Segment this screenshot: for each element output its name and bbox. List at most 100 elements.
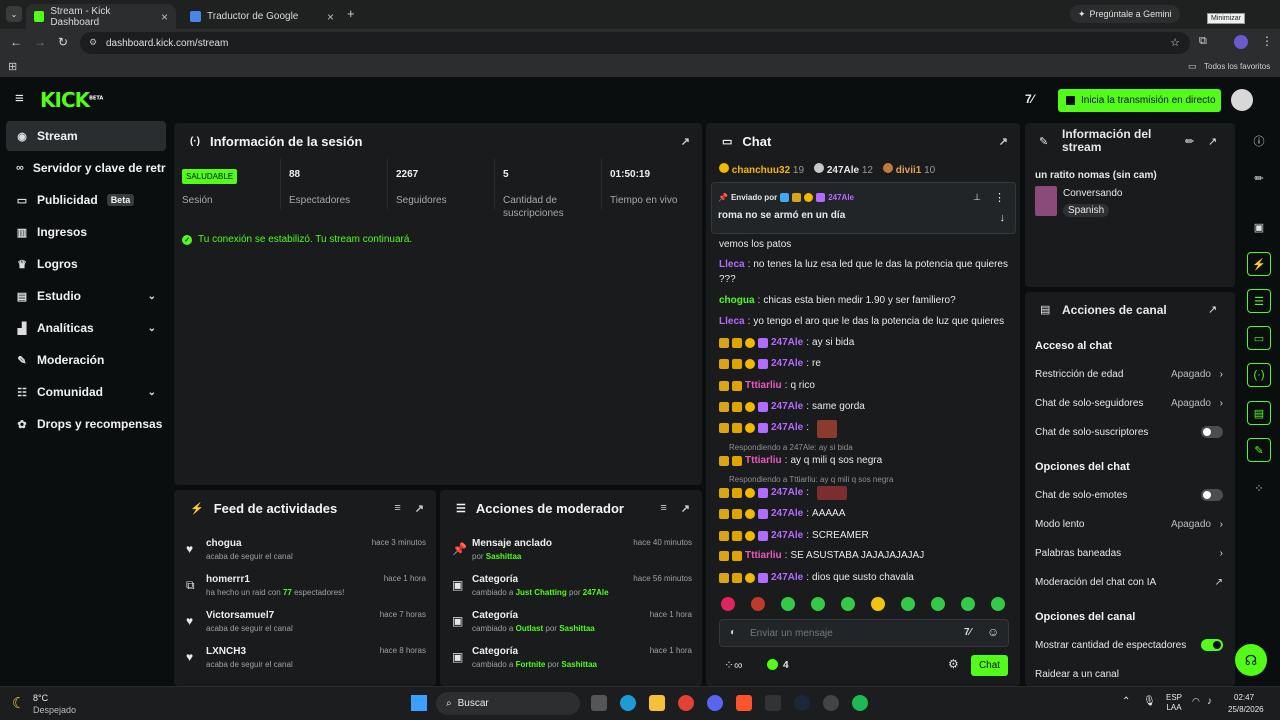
obs-icon[interactable]: [823, 695, 839, 711]
leaderboard-entry[interactable]: chanchuu32 19: [719, 163, 804, 176]
gemini-button[interactable]: ✦ Pregúntale a Gemini: [1070, 5, 1180, 23]
chat-input-box[interactable]: ◐ 7⁄ ☺: [719, 619, 1009, 647]
chat-message[interactable]: 247Ale: ay si bida: [719, 337, 854, 348]
list-icon[interactable]: ☰: [1247, 289, 1271, 313]
translate-tool-icon[interactable]: 7⁄: [964, 627, 971, 638]
emote-icon[interactable]: [991, 597, 1005, 611]
clock-time[interactable]: 02:47: [1234, 693, 1254, 702]
chat-message[interactable]: 247Ale:: [719, 422, 812, 433]
chat-message[interactable]: Lleca: yo tengo el aro que le das la pote…: [719, 316, 1004, 327]
filter-icon[interactable]: ≡: [660, 502, 666, 515]
chat-username[interactable]: Tttiarliu: [745, 550, 782, 561]
chat-message[interactable]: 247Ale: SCREAMER: [719, 530, 869, 541]
chat-username[interactable]: 247Ale: [771, 422, 803, 433]
chat-message[interactable]: 247Ale:: [719, 487, 812, 498]
emote-icon[interactable]: [931, 597, 945, 611]
chevron-up-icon[interactable]: ⌃: [1122, 696, 1130, 707]
chat-username[interactable]: 247Ale: [771, 337, 803, 348]
chat-username[interactable]: Lleca: [719, 316, 745, 327]
followers-only-row[interactable]: Chat de solo-seguidores Apagado ›: [1035, 397, 1225, 409]
pinned-message[interactable]: 📌 Enviado por 247Ale roma no se armó en …: [711, 182, 1016, 234]
chat-message[interactable]: vemos los patos: [719, 239, 791, 250]
profile-avatar[interactable]: [1234, 35, 1248, 49]
menu-kebab-icon[interactable]: ⋮: [1261, 34, 1273, 48]
reload-icon[interactable]: ↻: [58, 35, 68, 49]
sidebar-item-community[interactable]: ☷ Comunidad ⌄: [6, 377, 166, 407]
clock-date[interactable]: 25/8/2026: [1228, 705, 1264, 714]
leaderboard-entry[interactable]: 247Ale 12: [814, 163, 873, 176]
tab-kick-dashboard[interactable]: Stream - Kick Dashboard ×: [26, 4, 176, 29]
chat-username[interactable]: 247Ale: [771, 530, 803, 541]
chat-username[interactable]: Tttiarliu: [745, 455, 782, 466]
emote-icon[interactable]: [811, 597, 825, 611]
new-tab-button[interactable]: +: [347, 6, 355, 21]
go-live-button[interactable]: Inicia la transmisión en directo: [1058, 89, 1221, 112]
windows-start-icon[interactable]: [411, 695, 427, 711]
sidebar-item-stream[interactable]: ◉ Stream: [6, 121, 166, 151]
chat-message[interactable]: Tttiarliu: SE ASUSTABA JAJAJAJAJAJ: [719, 550, 924, 561]
all-bookmarks-link[interactable]: Todos los favoritos: [1204, 62, 1270, 71]
filter-icon[interactable]: ≡: [394, 502, 400, 515]
chat-message-input[interactable]: [750, 625, 950, 641]
leaderboard-entry[interactable]: divii1 10: [882, 163, 935, 176]
send-chat-button[interactable]: Chat: [971, 655, 1008, 676]
popout-icon[interactable]: ↗: [1208, 135, 1217, 148]
extensions-icon[interactable]: ⧉: [1199, 35, 1207, 48]
broadcast-icon[interactable]: (·): [1247, 363, 1271, 387]
chat-message[interactable]: Lleca: no tenes la luz esa led que le das…: [719, 259, 1008, 270]
chrome-icon[interactable]: [678, 695, 694, 711]
slow-mode-row[interactable]: Modo lento Apagado ›: [1035, 518, 1225, 530]
subscribers-only-toggle[interactable]: [1201, 426, 1223, 438]
apps-icon[interactable]: ⁘: [1247, 476, 1271, 500]
popout-icon[interactable]: ↗: [681, 135, 690, 148]
emote-icon[interactable]: [961, 597, 975, 611]
chat-message[interactable]: Tttiarliu: q rico: [719, 380, 815, 391]
steam-icon[interactable]: [794, 695, 810, 711]
info-icon[interactable]: ⓘ: [1247, 129, 1271, 153]
chat-message[interactable]: chogua: chicas esta bien medir 1.90 y ser…: [719, 295, 956, 306]
sidebar-item-ads[interactable]: ▭ Publicidad Beta: [6, 185, 166, 215]
brave-icon[interactable]: [736, 695, 752, 711]
bookmark-star-icon[interactable]: ☆: [1170, 36, 1180, 49]
spotify-icon[interactable]: [852, 695, 868, 711]
ai-moderation-row[interactable]: Moderación del chat con IA ↗: [1035, 576, 1225, 588]
emote-icon[interactable]: [721, 597, 735, 611]
chat-username[interactable]: 247Ale: [771, 572, 803, 583]
volume-icon[interactable]: ♪: [1207, 696, 1212, 707]
sidebar-item-income[interactable]: ▥ Ingresos: [6, 217, 166, 247]
language-indicator[interactable]: ESP LAA: [1166, 693, 1182, 713]
chat-message[interactable]: Tttiarliu: ay q mili q sos negra: [719, 455, 882, 466]
kick-logo[interactable]: KICKBETA: [40, 88, 103, 112]
chat-username[interactable]: chogua: [719, 295, 755, 306]
tab-google-translate[interactable]: Traductor de Google ×: [182, 4, 342, 29]
age-restriction-row[interactable]: Restricción de edad Apagado ›: [1035, 368, 1225, 380]
emoji-icon[interactable]: ☺: [987, 625, 999, 639]
emote-icon[interactable]: [871, 597, 885, 611]
banned-words-row[interactable]: Palabras baneadas ›: [1035, 547, 1225, 559]
popout-icon[interactable]: ↗: [999, 135, 1008, 148]
edit-pencil-icon[interactable]: ✏: [1247, 166, 1271, 190]
translate-tool-icon[interactable]: 7⁄: [1025, 92, 1034, 106]
infinity-link-icon[interactable]: ⁘∞: [724, 658, 743, 672]
chat-username[interactable]: 247Ale: [771, 508, 803, 519]
emote-icon[interactable]: [841, 597, 855, 611]
sidebar-item-server-key[interactable]: ∞Servidor y clave de retransmisión: [6, 153, 166, 183]
popout-icon[interactable]: ↗: [415, 502, 424, 515]
task-view-icon[interactable]: [591, 695, 607, 711]
arrow-down-icon[interactable]: ↓: [1000, 212, 1006, 224]
chat-username[interactable]: 247Ale: [771, 401, 803, 412]
gear-icon[interactable]: ⚙: [948, 657, 959, 671]
channel-icon[interactable]: ▤: [1247, 401, 1271, 425]
chat-message[interactable]: 247Ale: same gorda: [719, 401, 865, 412]
wifi-icon[interactable]: ◠: [1192, 696, 1200, 707]
emote-icon[interactable]: [751, 597, 765, 611]
sidebar-item-drops[interactable]: ✿ Drops y recompensas: [6, 409, 166, 439]
bolt-icon[interactable]: ⚡: [1247, 252, 1271, 276]
popout-icon[interactable]: ↗: [681, 502, 690, 515]
chat-username[interactable]: 247Ale: [771, 487, 803, 498]
chat-message[interactable]: 247Ale: dios que susto chavala: [719, 572, 914, 583]
chat-message[interactable]: ???: [719, 274, 736, 285]
user-avatar[interactable]: [1231, 89, 1253, 111]
close-icon[interactable]: ×: [161, 10, 168, 24]
video-icon[interactable]: ▣: [1247, 215, 1271, 239]
